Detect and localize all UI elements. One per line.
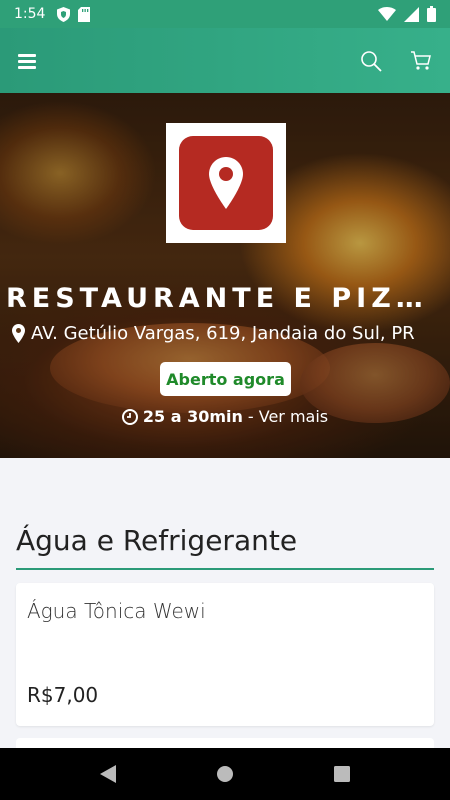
signal-icon (404, 6, 419, 22)
recents-icon[interactable] (334, 766, 350, 782)
location-pin-icon (209, 157, 243, 209)
open-status-badge: Aberto agora (160, 362, 291, 396)
wifi-icon (378, 7, 396, 21)
status-time: 1:54 (14, 6, 46, 22)
restaurant-banner: RESTAURANTE E PIZZA... AV. Getúlio Varga… (0, 93, 450, 458)
item-price: R$7,00 (27, 683, 99, 707)
android-nav-bar (0, 748, 450, 800)
search-icon[interactable] (360, 50, 382, 72)
status-bar: 1:54 (0, 0, 450, 28)
menu-content: Água e Refrigerante Água Tônica Wewi R$7… (0, 458, 450, 758)
sd-card-icon (78, 6, 91, 22)
item-name: Água Tônica Wewi (27, 599, 206, 623)
delivery-time-info[interactable]: 25 a 30min - Ver mais (0, 407, 450, 426)
address-text: AV. Getúlio Vargas, 619, Jandaia do Sul,… (31, 323, 415, 344)
map-marker-icon (12, 324, 25, 343)
clock-icon (121, 408, 138, 425)
restaurant-logo (166, 123, 286, 243)
menu-item-card[interactable]: Água Tônica Wewi R$7,00 (16, 583, 434, 726)
battery-icon (427, 6, 436, 22)
home-icon[interactable] (216, 765, 234, 783)
shield-icon (57, 6, 71, 22)
app-bar (0, 28, 450, 93)
see-more-link[interactable]: - Ver mais (248, 407, 328, 426)
section-title: Água e Refrigerante (16, 524, 298, 557)
restaurant-address: AV. Getúlio Vargas, 619, Jandaia do Sul,… (12, 323, 444, 344)
cart-icon[interactable] (410, 50, 432, 71)
back-icon[interactable] (100, 765, 116, 783)
section-divider (16, 568, 434, 570)
delivery-time: 25 a 30min (142, 407, 243, 426)
restaurant-name: RESTAURANTE E PIZZA... (6, 283, 450, 314)
menu-icon[interactable] (18, 53, 38, 69)
